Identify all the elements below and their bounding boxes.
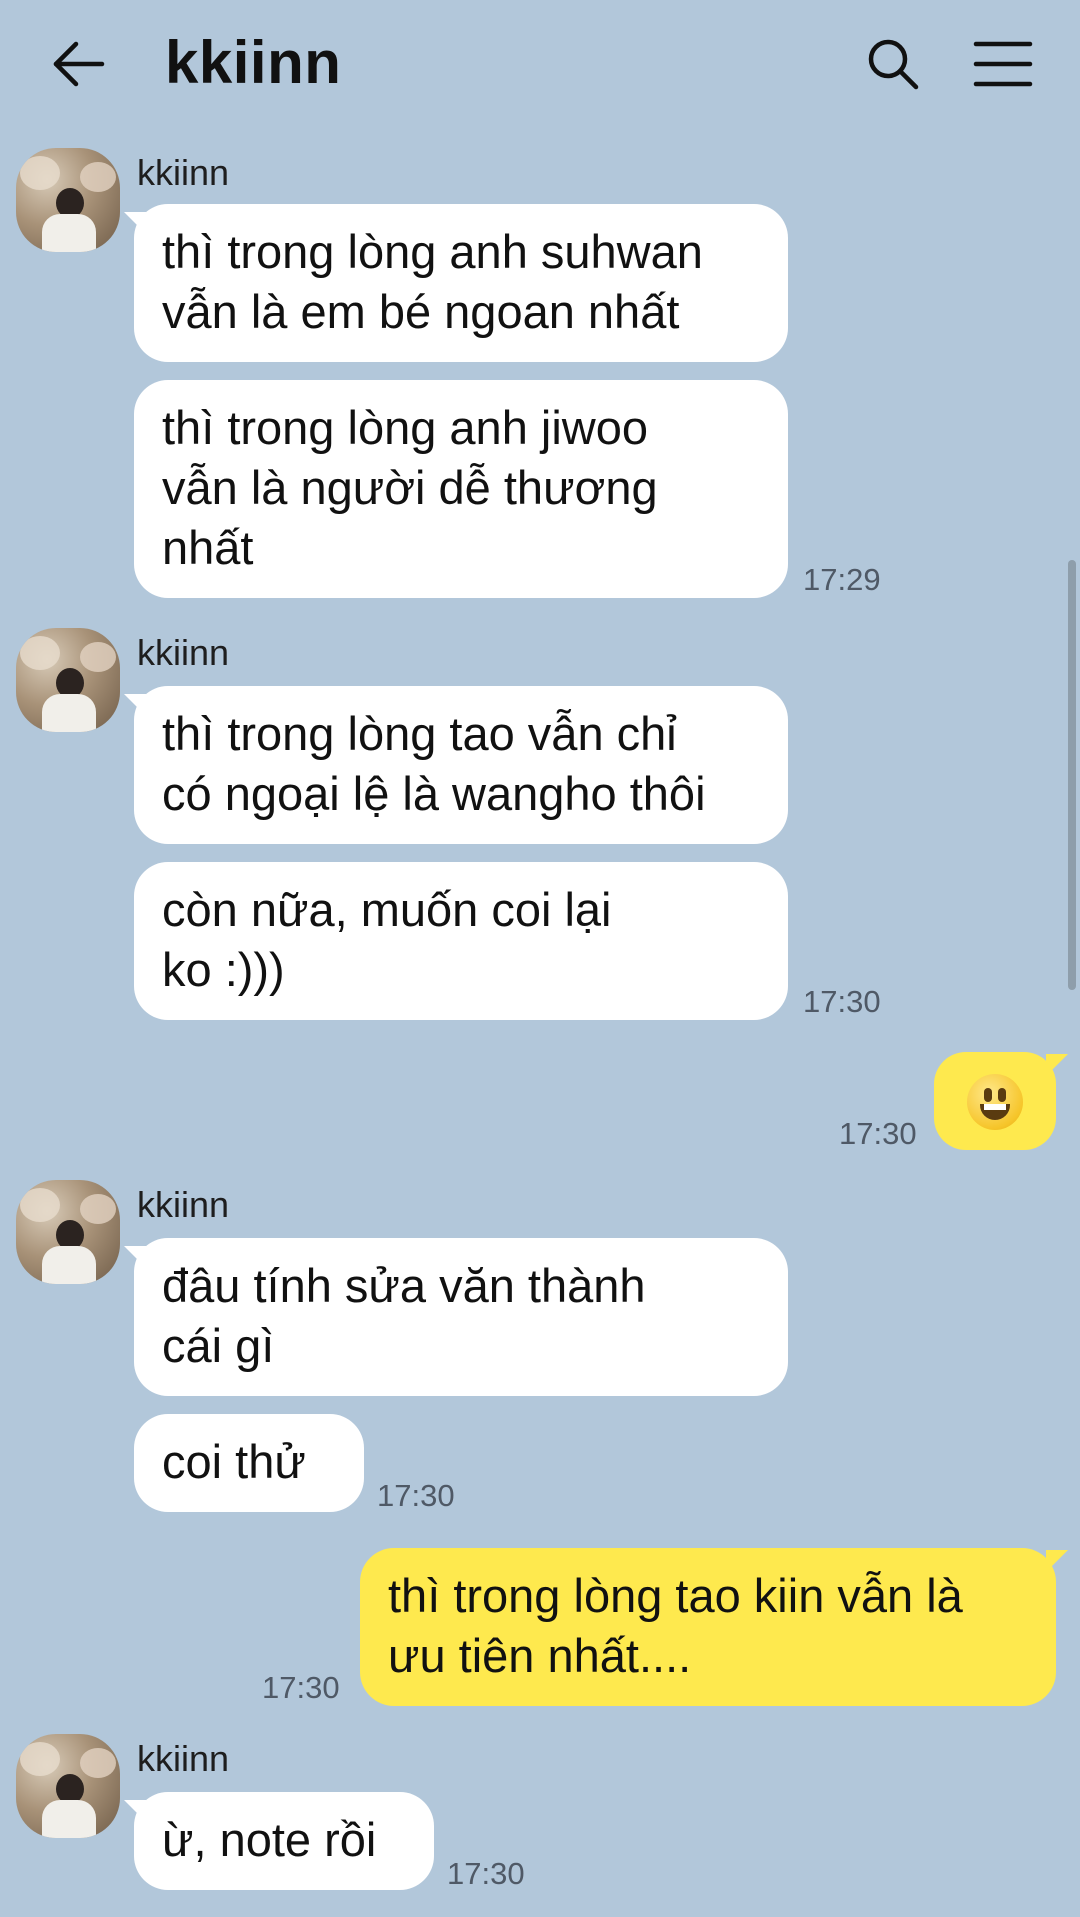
- sender-name: kkiinn: [137, 1738, 230, 1779]
- message-time: 17:30: [839, 1116, 917, 1151]
- bubble-tail: [1046, 1550, 1068, 1572]
- message-bubble[interactable]: đâu tính sửa văn thành cái gì: [134, 1238, 788, 1396]
- message-bubble[interactable]: coi thử: [134, 1414, 364, 1512]
- sender-avatar[interactable]: [16, 628, 120, 732]
- sender-avatar[interactable]: [16, 1734, 120, 1838]
- arrow-left-icon: [53, 41, 105, 87]
- sender-name: kkiinn: [137, 1184, 230, 1225]
- message-time: 17:29: [803, 562, 881, 597]
- message-bubble[interactable]: thì trong lòng tao kiin vẫn là ưu tiên n…: [360, 1548, 1056, 1706]
- grinning-face-emoji: [967, 1074, 1023, 1130]
- search-icon: [868, 39, 919, 90]
- message-time: 17:30: [377, 1478, 455, 1513]
- message-time: 17:30: [803, 984, 881, 1019]
- chat-header: kkiinn: [0, 0, 1080, 135]
- message-time: 17:30: [262, 1670, 340, 1705]
- search-button[interactable]: [865, 36, 921, 92]
- message-bubble[interactable]: còn nữa, muốn coi lại ko :))): [134, 862, 788, 1020]
- hamburger-menu-icon: [973, 41, 1033, 87]
- message-bubble[interactable]: ừ, note rồi: [134, 1792, 434, 1890]
- message-bubble[interactable]: thì trong lòng anh jiwoo vẫn là người dễ…: [134, 380, 788, 598]
- chat-title: kkiinn: [165, 29, 342, 96]
- sender-avatar[interactable]: [16, 1180, 120, 1284]
- back-button[interactable]: [50, 34, 110, 94]
- message-bubble[interactable]: thì trong lòng tao vẫn chỉ có ngoại lệ l…: [134, 686, 788, 844]
- menu-button[interactable]: [972, 38, 1034, 90]
- sender-name: kkiinn: [137, 152, 230, 193]
- message-time: 17:30: [447, 1856, 525, 1891]
- sender-avatar[interactable]: [16, 148, 120, 252]
- bubble-tail: [1046, 1054, 1068, 1076]
- scrollbar[interactable]: [1068, 560, 1076, 990]
- sender-name: kkiinn: [137, 632, 230, 673]
- message-bubble[interactable]: thì trong lòng anh suhwan vẫn là em bé n…: [134, 204, 788, 362]
